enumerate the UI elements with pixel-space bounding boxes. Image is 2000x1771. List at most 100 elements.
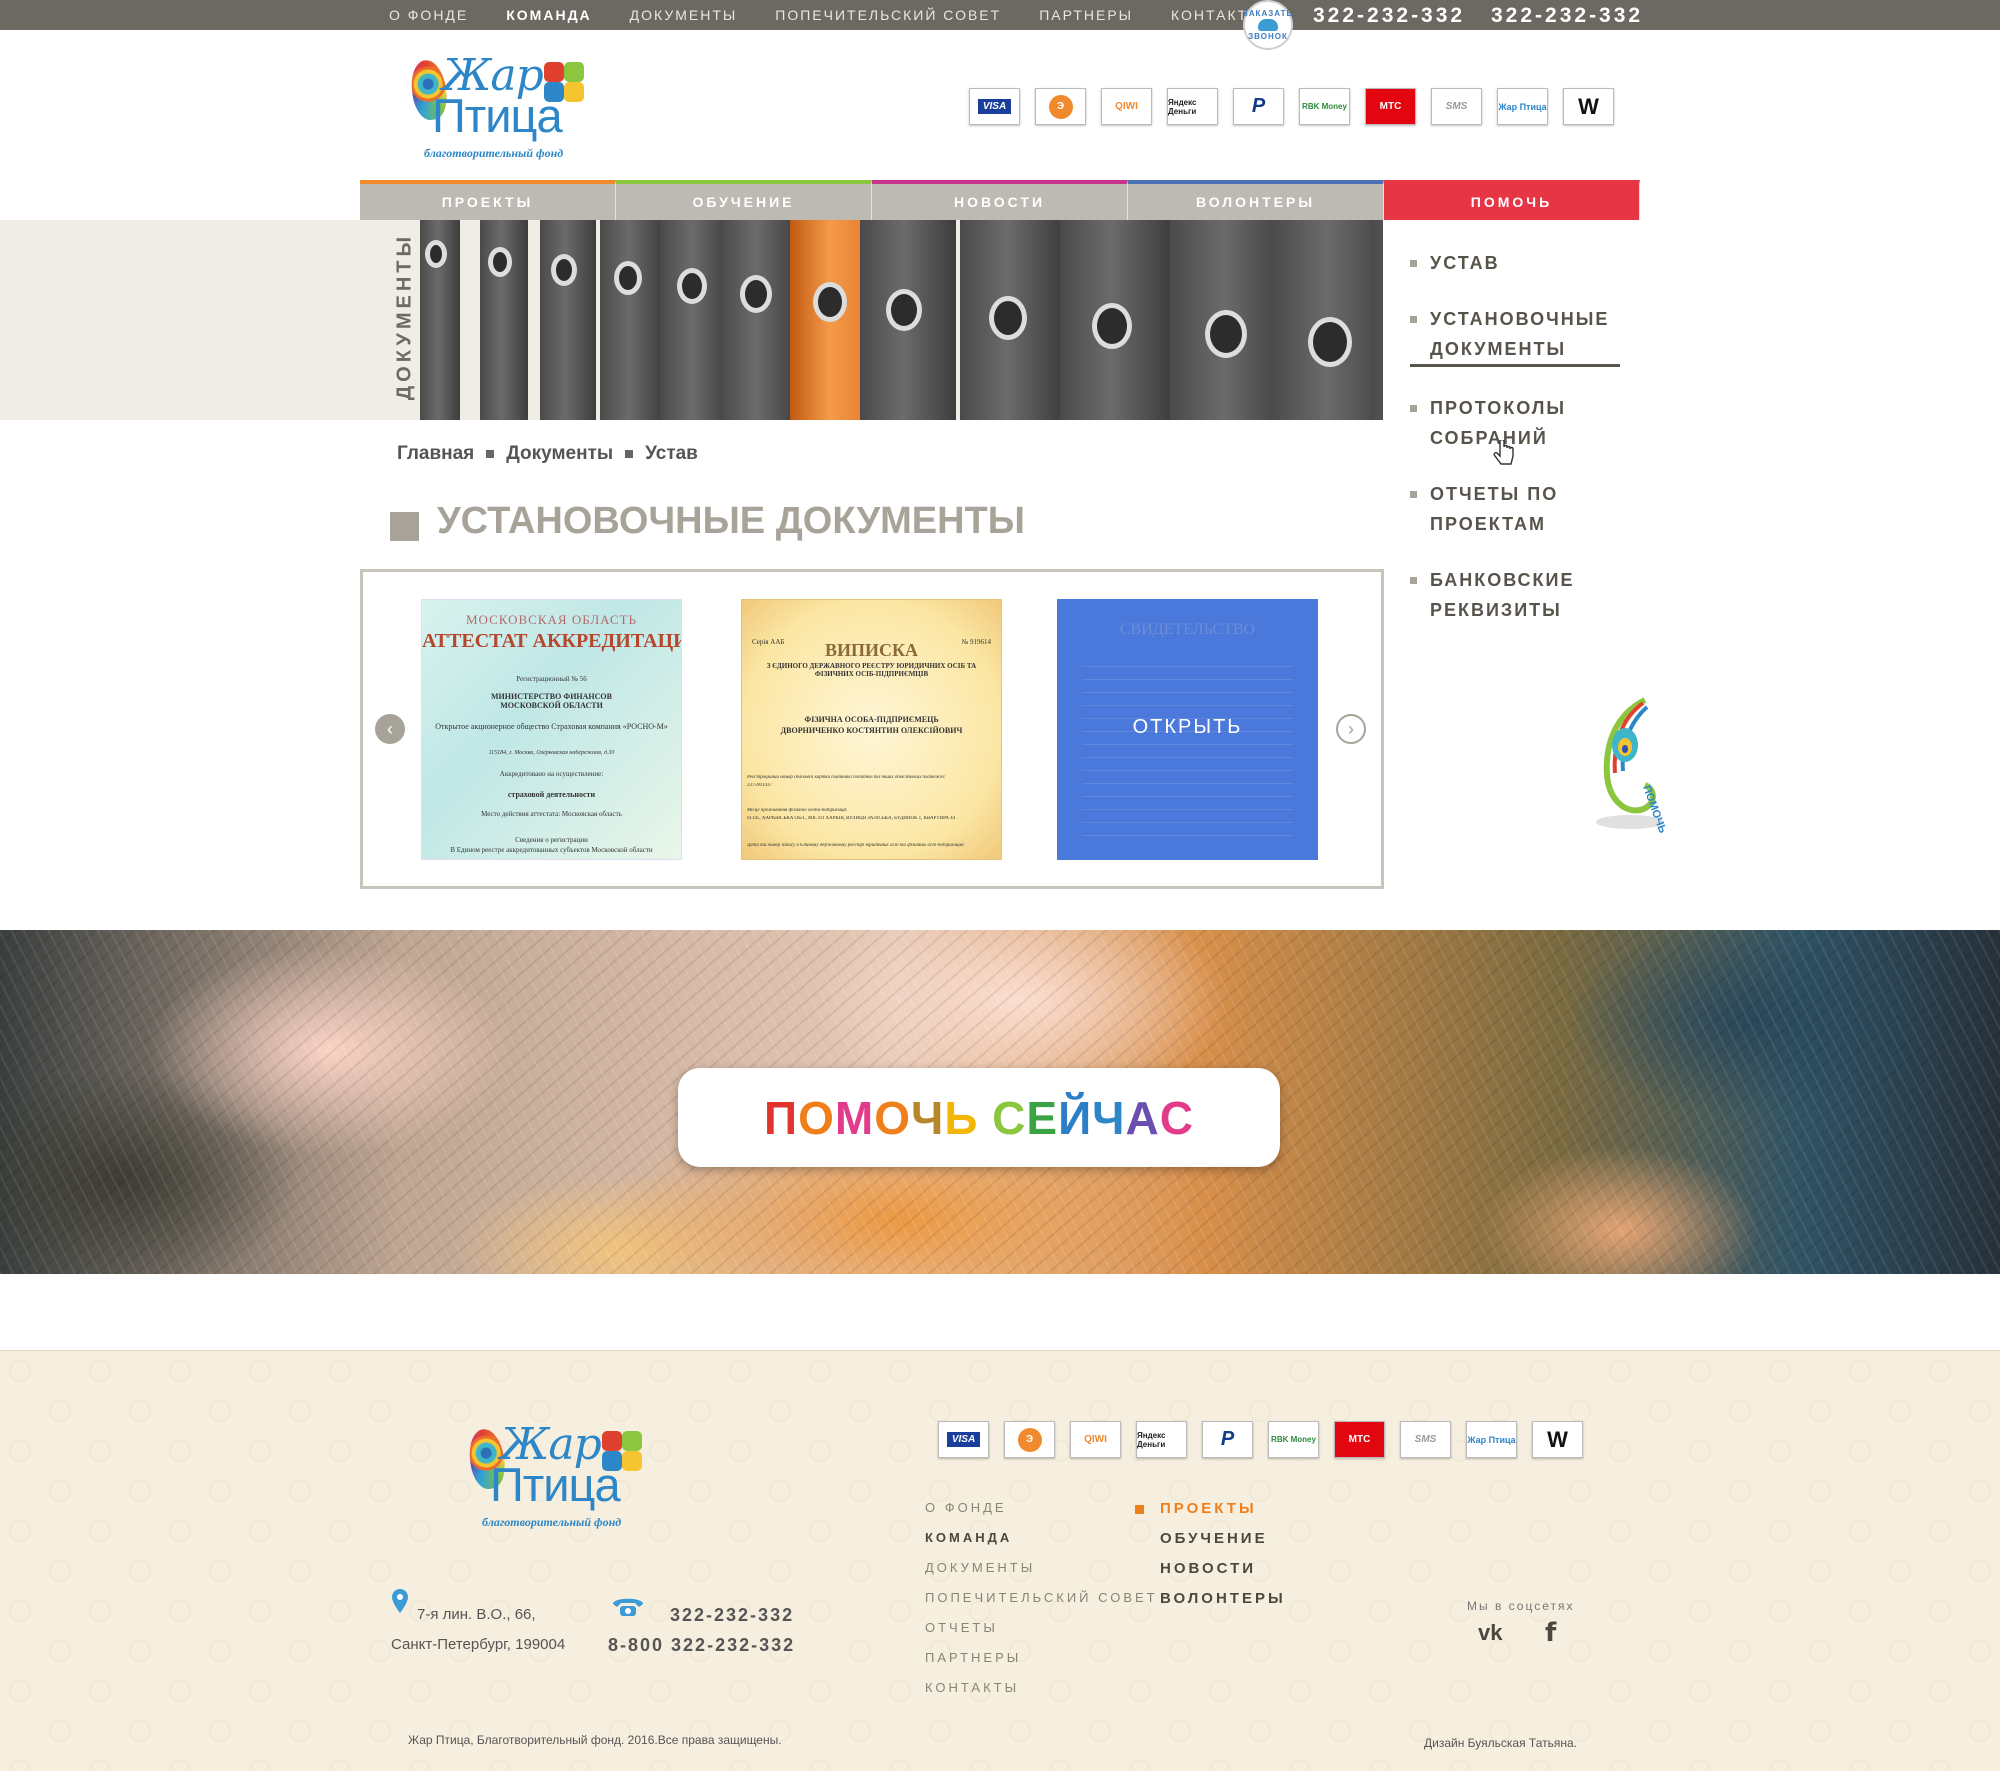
phone-icon: [1258, 19, 1278, 31]
side-menu-ustav[interactable]: УСТАВ: [1410, 248, 1620, 278]
binder-folder: [720, 220, 800, 420]
title-marker: [390, 512, 419, 541]
top-nav-o-fonde[interactable]: О ФОНДЕ: [389, 7, 468, 23]
main-nav-novosti[interactable]: НОВОСТИ: [872, 180, 1128, 220]
slider-prev-button[interactable]: ‹: [375, 714, 405, 744]
floating-help-button[interactable]: ПОМОЧЬ: [1585, 695, 1675, 835]
binder-folder: [600, 220, 664, 420]
webmoney-e-icon[interactable]: Э: [1004, 1421, 1055, 1458]
page-banner: [0, 220, 1383, 420]
visa-icon[interactable]: VISA: [969, 88, 1020, 125]
documents-slider: ‹ МОСКОВСКАЯ ОБЛАСТЬ АТТЕСТАТ АККРЕДИТАЦ…: [360, 569, 1384, 889]
cta-letter: П: [764, 1091, 799, 1144]
footer-link-volontery[interactable]: ВОЛОНТЕРЫ: [1160, 1590, 1286, 1607]
puzzle-icon: [602, 1431, 646, 1475]
header-phone-1[interactable]: 322-232-332: [1313, 0, 1465, 30]
breadcrumb-documents[interactable]: Документы: [506, 443, 613, 465]
webmoney-w-icon[interactable]: W: [1532, 1421, 1583, 1458]
binder-folder: [1370, 220, 1383, 420]
yandex-money-icon[interactable]: Яндекс Деньги: [1136, 1421, 1187, 1458]
slider-next-button[interactable]: ›: [1336, 714, 1366, 744]
webmoney-w-icon[interactable]: W: [1563, 88, 1614, 125]
footer-link-popechitelsky-sovet[interactable]: ПОПЕЧИТЕЛЬСКИЙ СОВЕТ: [925, 1590, 1158, 1605]
side-menu-otchety[interactable]: ОТЧЕТЫ ПО ПРОЕКТАМ: [1410, 479, 1620, 539]
cta-letter: Ь: [944, 1091, 979, 1144]
footer-link-komanda[interactable]: КОМАНДА: [925, 1530, 1158, 1545]
top-nav-partnery[interactable]: ПАРТНЕРЫ: [1039, 7, 1133, 23]
top-nav-komanda[interactable]: КОМАНДА: [506, 7, 591, 23]
copyright: Жар Птица, Благотворительный фонд. 2016.…: [408, 1733, 782, 1747]
rbk-money-icon[interactable]: RBK Money: [1299, 88, 1350, 125]
binder-ring: [677, 268, 707, 304]
yandex-money-icon[interactable]: Яндекс Деньги: [1167, 88, 1218, 125]
main-nav-proekty[interactable]: ПРОЕКТЫ: [360, 180, 616, 220]
banner-title: ДОКУМЕНТЫ: [393, 232, 416, 401]
cta-letter: [978, 1091, 992, 1145]
mts-icon[interactable]: МТС: [1334, 1421, 1385, 1458]
footer-link-dokumenty[interactable]: ДОКУМЕНТЫ: [925, 1560, 1158, 1575]
zhar-ptitsa-pay-icon[interactable]: Жар Птица: [1466, 1421, 1517, 1458]
webmoney-e-icon[interactable]: Э: [1035, 88, 1086, 125]
logo-tagline: благотворительный фонд: [424, 146, 564, 160]
breadcrumb-separator: [486, 450, 495, 458]
open-document-button[interactable]: ОТКРЫТЬ: [1057, 716, 1318, 739]
vk-icon[interactable]: vk: [1478, 1620, 1502, 1646]
cta-letter: С: [1159, 1091, 1194, 1144]
footer-link-kontakty[interactable]: КОНТАКТЫ: [925, 1680, 1158, 1695]
main-nav-obuchenie[interactable]: ОБУЧЕНИЕ: [616, 180, 872, 220]
side-menu-protokoly[interactable]: ПРОТОКОЛЫ СОБРАНИЙ: [1410, 393, 1620, 453]
document-thumb-svidetelstvo[interactable]: СВИДЕТЕЛЬСТВО ОТКРЫТЬ: [1057, 599, 1318, 860]
main-nav-volontery[interactable]: ВОЛОНТЕРЫ: [1128, 180, 1384, 220]
paypal-icon[interactable]: P: [1202, 1421, 1253, 1458]
footer-link-partnery[interactable]: ПАРТНЕРЫ: [925, 1650, 1158, 1665]
binder-ring: [989, 296, 1027, 340]
main-nav-pomoch[interactable]: ПОМОЧЬ: [1384, 180, 1640, 220]
qiwi-icon[interactable]: QIWI: [1101, 88, 1152, 125]
main-nav: ПРОЕКТЫ ОБУЧЕНИЕ НОВОСТИ ВОЛОНТЕРЫ ПОМОЧ…: [360, 180, 1640, 220]
social-title: Мы в соцсетях: [1467, 1599, 1575, 1613]
top-nav-popechitelsky-sovet[interactable]: ПОПЕЧИТЕЛЬСКИЙ СОВЕТ: [775, 7, 1001, 23]
visa-icon[interactable]: VISA: [938, 1421, 989, 1458]
sms-icon[interactable]: SMS: [1431, 88, 1482, 125]
cta-letter: Й: [1058, 1091, 1093, 1144]
paypal-icon[interactable]: P: [1233, 88, 1284, 125]
binder-ring: [740, 275, 772, 313]
sms-icon[interactable]: SMS: [1400, 1421, 1451, 1458]
cta-letter: С: [992, 1091, 1027, 1144]
zhar-ptitsa-pay-icon[interactable]: Жар Птица: [1497, 88, 1548, 125]
mts-icon[interactable]: МТС: [1365, 88, 1416, 125]
footer-link-proekty[interactable]: ПРОЕКТЫ: [1135, 1500, 1286, 1517]
callback-label-1: ЗАКАЗАТЬ: [1242, 9, 1294, 18]
qiwi-icon[interactable]: QIWI: [1070, 1421, 1121, 1458]
binder-ring: [488, 247, 512, 277]
footer-link-o-fonde[interactable]: О ФОНДЕ: [925, 1500, 1158, 1515]
binder-ring: [614, 261, 642, 295]
side-menu-bank[interactable]: БАНКОВСКИЕ РЕКВИЗИТЫ: [1410, 565, 1620, 625]
binder-folder: [540, 220, 596, 420]
footer-link-otchety[interactable]: ОТЧЕТЫ: [925, 1620, 1158, 1635]
document-thumb-attestat[interactable]: МОСКОВСКАЯ ОБЛАСТЬ АТТЕСТАТ АККРЕДИТАЦИИ…: [421, 599, 682, 860]
facebook-icon[interactable]: f: [1545, 1618, 1556, 1648]
payment-methods: VISA Э QIWI Яндекс Деньги P RBK Money МТ…: [969, 88, 1614, 125]
callback-label-2: ЗВОНОК: [1248, 32, 1288, 41]
cta-letter: Ч: [1092, 1091, 1126, 1144]
footer-nav-about: О ФОНДЕ КОМАНДА ДОКУМЕНТЫ ПОПЕЧИТЕЛЬСКИЙ…: [925, 1500, 1158, 1710]
rbk-money-icon[interactable]: RBK Money: [1268, 1421, 1319, 1458]
footer-link-novosti[interactable]: НОВОСТИ: [1160, 1560, 1286, 1577]
callback-button[interactable]: ЗАКАЗАТЬ ЗВОНОК: [1243, 0, 1293, 50]
breadcrumb-home[interactable]: Главная: [397, 443, 474, 465]
footer-logo[interactable]: Жар Птица благотворительный фонд: [465, 1419, 660, 1535]
footer-phone-2[interactable]: 8-800 322-232-332: [608, 1630, 795, 1660]
footer-phones: 322-232-332 8-800 322-232-332: [608, 1600, 795, 1660]
binder-ring: [1205, 310, 1247, 358]
document-lines: [1082, 654, 1293, 840]
footer-phone-1[interactable]: 322-232-332: [608, 1600, 795, 1630]
side-menu-ustanovochnye[interactable]: УСТАНОВОЧНЫЕ ДОКУМЕНТЫ: [1410, 304, 1620, 367]
help-now-button[interactable]: ПОМОЧЬ СЕЙЧАС: [678, 1068, 1280, 1167]
header-phone-2[interactable]: 322-232-332: [1491, 0, 1643, 30]
top-nav-dokumenty[interactable]: ДОКУМЕНТЫ: [630, 7, 738, 23]
site-logo[interactable]: Жар Птица благотворительный фонд: [407, 50, 602, 166]
document-thumb-vypiska[interactable]: Серія ААБ № 919614 ВИПИСКА З ЄДИНОГО ДЕР…: [741, 599, 1002, 860]
footer-link-obuchenie[interactable]: ОБУЧЕНИЕ: [1160, 1530, 1286, 1547]
page-title: УСТАНОВОЧНЫЕ ДОКУМЕНТЫ: [437, 500, 1025, 542]
